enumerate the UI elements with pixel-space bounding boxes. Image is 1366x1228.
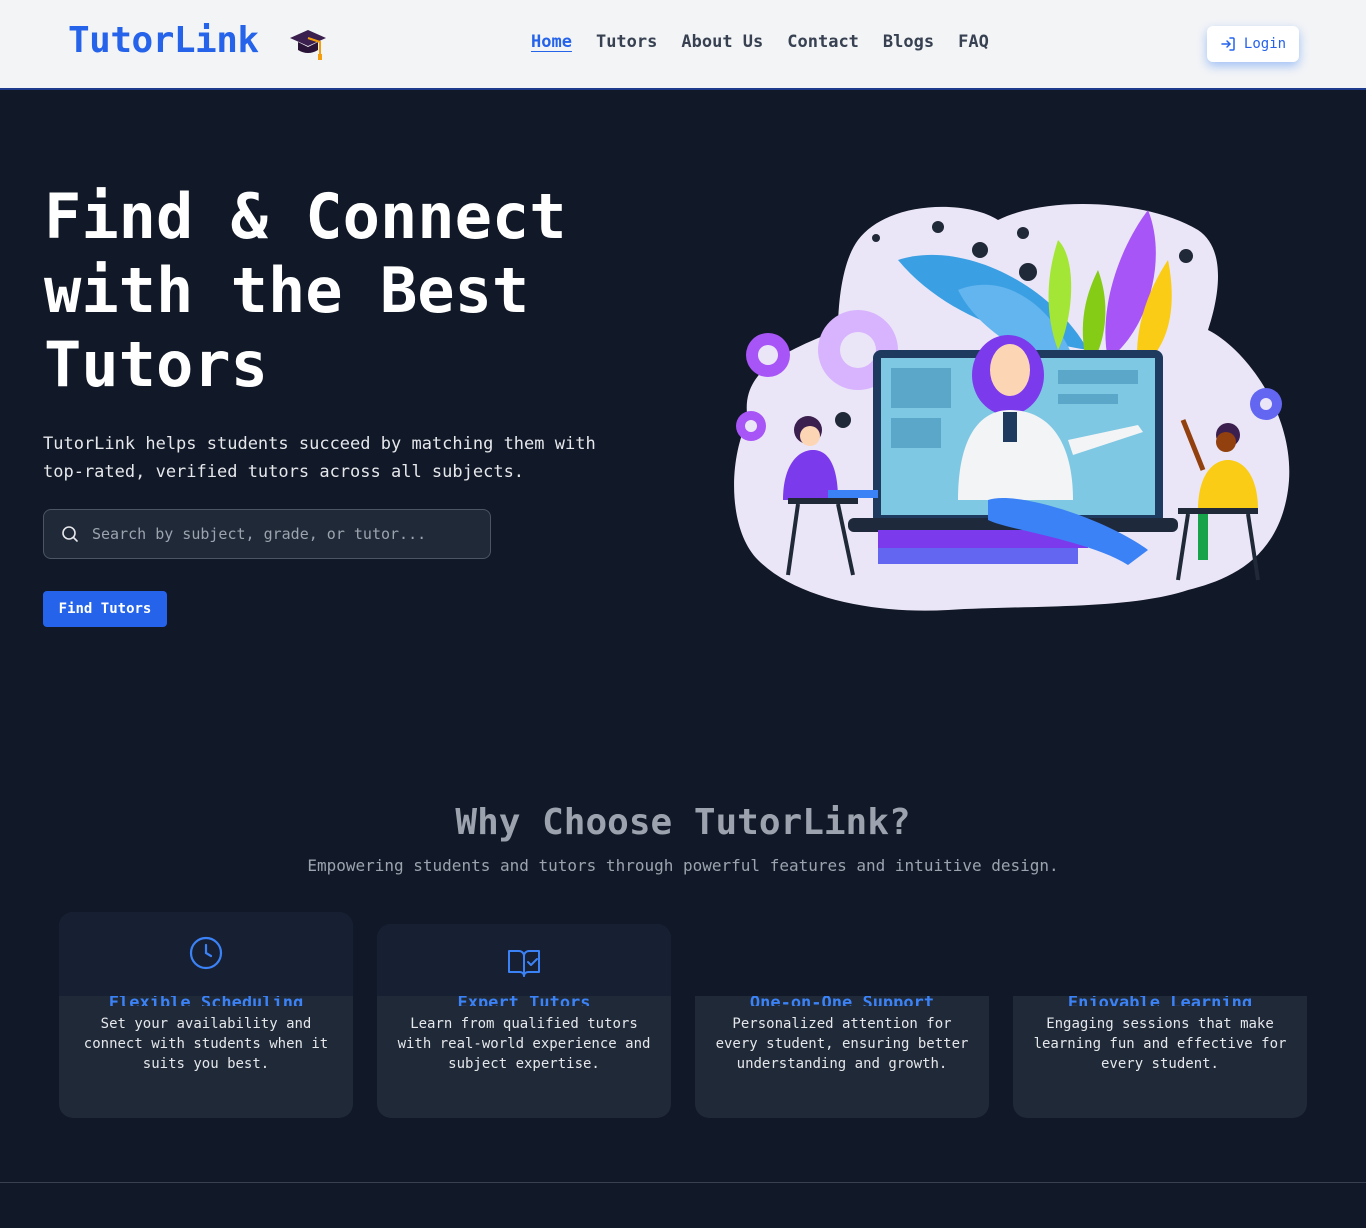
hero-description-line: top-rated, verified tutors across all su… <box>43 462 525 482</box>
login-label: Login <box>1243 36 1287 52</box>
hero-title: Find & Connect with the Best Tutors <box>44 180 644 402</box>
find-tutors-button[interactable]: Find Tutors <box>43 591 167 627</box>
feature-card-title: One-on-One Support <box>695 996 989 1006</box>
hero-description-line: TutorLink helps students succeed by matc… <box>43 434 596 454</box>
feature-card: Flexible Scheduling Set your availabilit… <box>59 912 353 1118</box>
feature-card-title-text: Expert Tutors <box>457 996 591 1006</box>
section-divider <box>0 1182 1366 1183</box>
feature-card-title: Flexible Scheduling <box>59 996 353 1006</box>
nav-link-contact[interactable]: Contact <box>787 32 859 52</box>
feature-card: Expert Tutors Learn from qualified tutor… <box>377 924 671 1118</box>
login-arrow-icon <box>1221 37 1235 51</box>
nav-link-blogs[interactable]: Blogs <box>883 32 934 52</box>
search-box[interactable] <box>43 509 491 559</box>
feature-card-title-text: Flexible Scheduling <box>108 996 304 1006</box>
nav-link-tutors[interactable]: Tutors <box>596 32 657 52</box>
online-tutoring-illustration <box>734 203 1290 611</box>
nav-link-about-us[interactable]: About Us <box>681 32 763 52</box>
feature-card-title-text: One-on-One Support <box>749 996 935 1006</box>
feature-card-title: Enjoyable Learning <box>1013 996 1307 1006</box>
search-input[interactable] <box>92 525 472 543</box>
nav-link-faq[interactable]: FAQ <box>958 32 989 52</box>
feature-card-description: Engaging sessions that make learning fun… <box>1033 1016 1287 1072</box>
feature-card-description: Personalized attention for every student… <box>715 1016 969 1072</box>
hero-title-line: Find & Connect <box>44 180 567 253</box>
why-section-title: Why Choose TutorLink? <box>455 802 911 843</box>
why-section-subtitle: Empowering students and tutors through p… <box>307 856 1059 875</box>
clock-icon <box>189 936 223 970</box>
brand-logo[interactable]: TutorLink <box>68 20 259 61</box>
feature-card: One-on-One Support Personalized attentio… <box>695 996 989 1118</box>
login-button[interactable]: Login <box>1207 26 1299 62</box>
hero-description: TutorLink helps students succeed by matc… <box>43 430 663 486</box>
book-check-icon <box>508 950 540 977</box>
feature-card: Enjoyable Learning Engaging sessions tha… <box>1013 996 1307 1118</box>
hero-title-line: Tutors <box>44 328 268 401</box>
feature-card-title: Expert Tutors <box>377 996 671 1006</box>
feature-card-title-text: Enjoyable Learning <box>1067 996 1253 1006</box>
graduation-cap-icon <box>290 30 326 60</box>
feature-card-description: Set your availability and connect with s… <box>83 1016 329 1072</box>
hero-title-line: with the Best <box>44 254 530 327</box>
search-icon <box>62 526 78 542</box>
navbar: TutorLink Home Tutors About Us Contact B… <box>0 0 1366 90</box>
main-nav: Home Tutors About Us Contact Blogs FAQ <box>531 32 989 52</box>
feature-card-description: Learn from qualified tutors with real-wo… <box>397 1016 651 1072</box>
nav-link-home[interactable]: Home <box>531 32 572 52</box>
